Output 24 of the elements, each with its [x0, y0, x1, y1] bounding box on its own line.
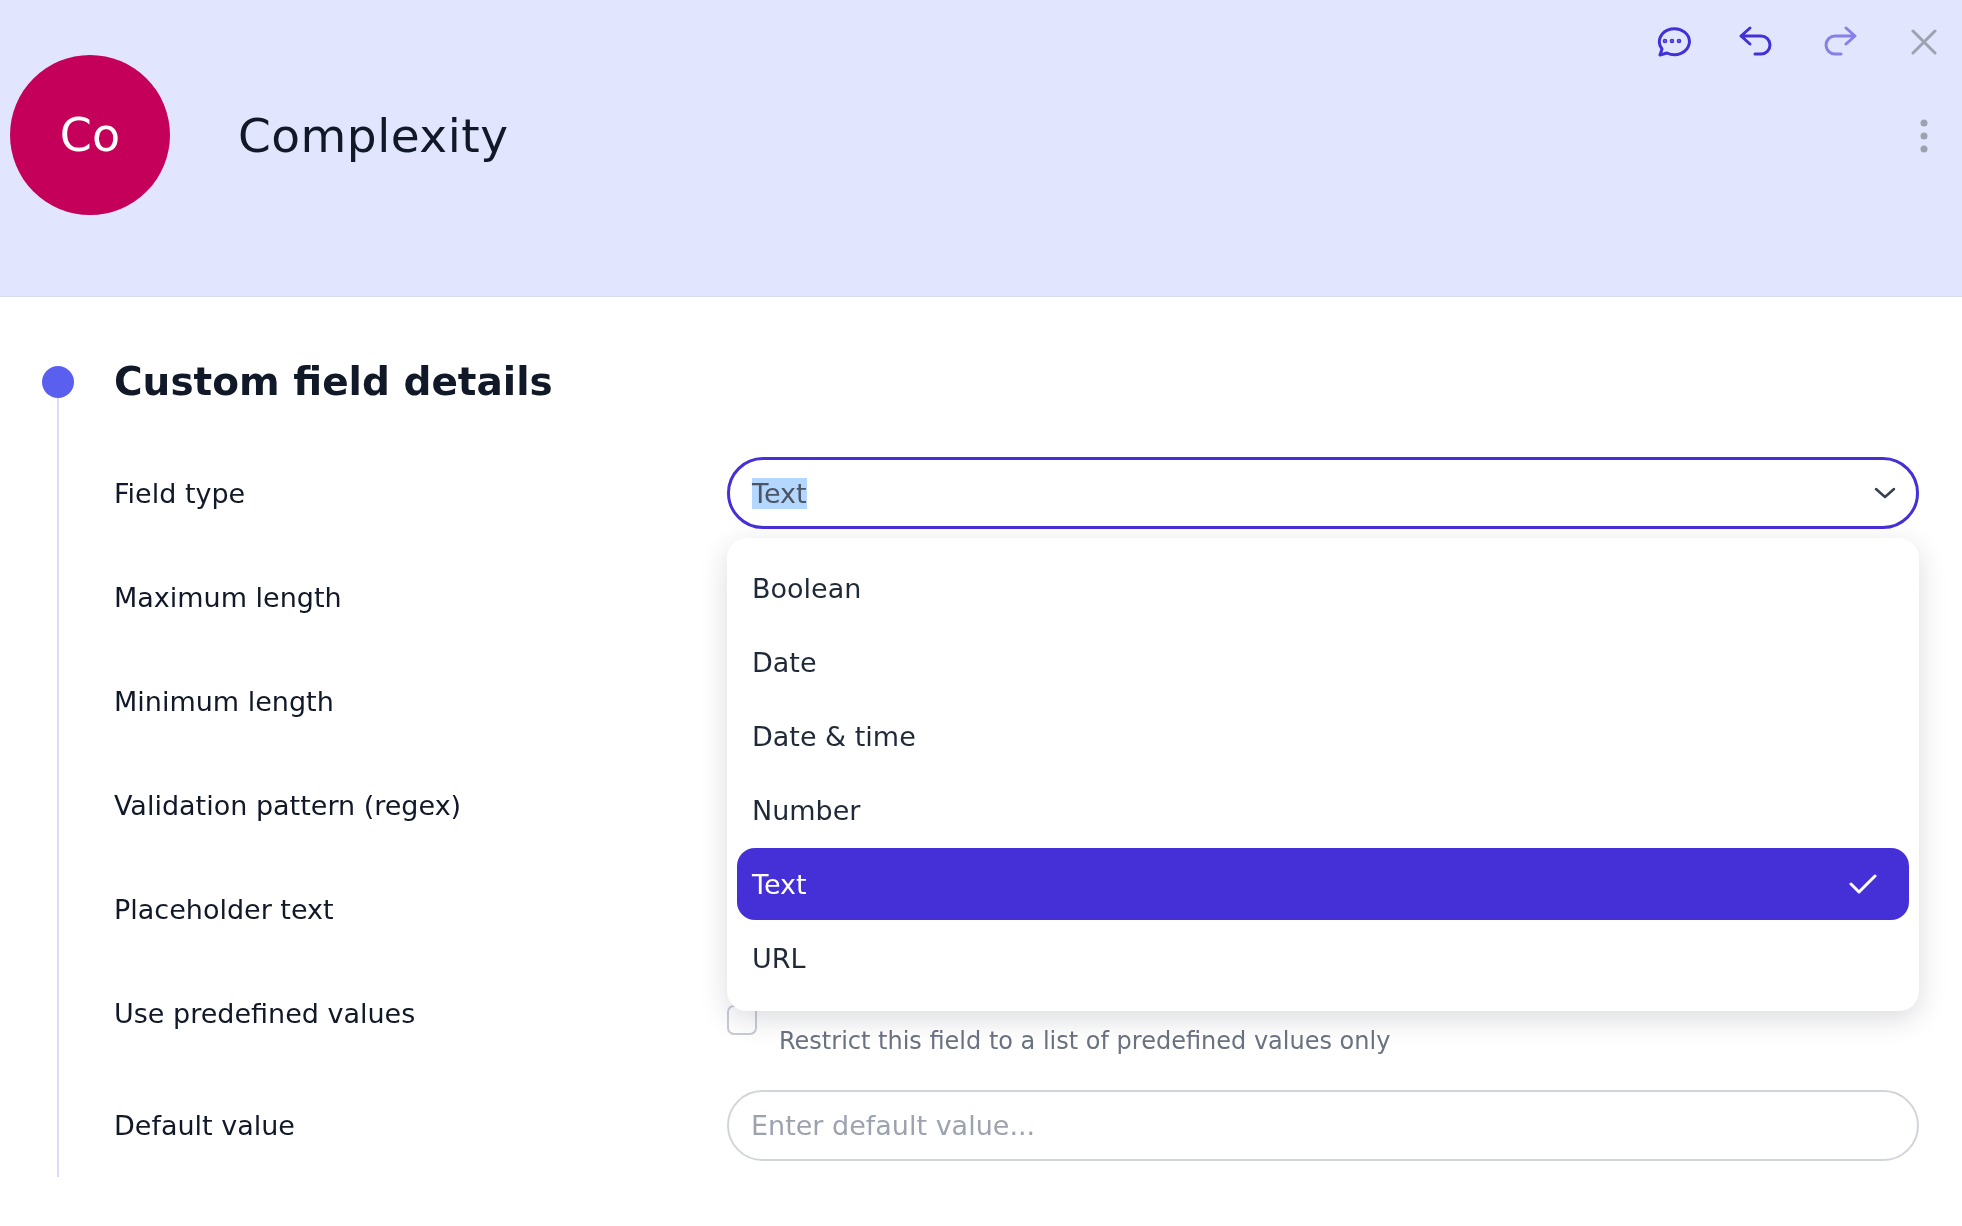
select-value: Text — [752, 477, 807, 509]
dropdown-option[interactable]: Number — [737, 774, 1909, 846]
field-type-select[interactable]: Text — [727, 457, 1919, 529]
step-dot — [42, 366, 74, 398]
field-label: Minimum length — [114, 684, 335, 719]
close-icon — [1911, 29, 1937, 55]
avatar: Co — [10, 55, 170, 215]
field-label: Maximum length — [114, 580, 343, 615]
dropdown-option[interactable]: Boolean — [737, 552, 1909, 624]
field-label: Placeholder text — [114, 892, 335, 927]
default-value-field[interactable]: Enter default value... — [727, 1089, 1919, 1161]
page-title: Complexity — [238, 106, 509, 165]
field-label: Use predefined values — [114, 996, 417, 1031]
field-label: Validation pattern (regex) — [114, 788, 463, 823]
check-icon — [1849, 873, 1877, 895]
checkbox-description: Restrict this field to a list of predefined values only — [779, 1027, 1391, 1055]
dropdown-option[interactable]: URL — [737, 922, 1909, 994]
field-label: Default value — [114, 1108, 296, 1143]
dropdown-option[interactable]: Text — [737, 848, 1909, 920]
field-label: Field type — [114, 476, 247, 511]
section-heading: Custom field details — [114, 358, 554, 406]
dropdown-option[interactable]: Date & time — [737, 700, 1909, 772]
dropdown-option[interactable]: Date — [737, 626, 1909, 698]
chevron-icon — [1874, 486, 1896, 500]
